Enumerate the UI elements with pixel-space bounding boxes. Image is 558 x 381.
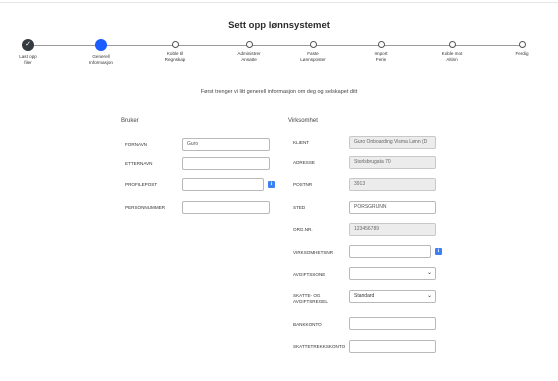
onboarding-stepper: ✓ Last opp filer Generell Informasjon Ko… (0, 38, 558, 68)
postnr-field: 3913 (349, 178, 436, 191)
step-label: Administrer Ansatte (237, 51, 261, 62)
orgnr-label: ORG.NR. (293, 227, 313, 232)
profilepost-input[interactable] (182, 178, 264, 191)
step-dot (448, 41, 456, 48)
step-label: Last opp filer (19, 54, 37, 65)
step-last-opp-filer[interactable]: ✓ Last opp filer (0, 38, 58, 66)
step-dot (518, 41, 526, 48)
company-section-title: Virksomhet (288, 118, 318, 124)
top-bar (0, 0, 558, 3)
skattetrekkskonto-input[interactable] (349, 340, 436, 353)
fornavn-label: FORNAVN (125, 142, 148, 147)
step-label: Import Ferie (374, 51, 388, 62)
step-label: Ferdig (515, 51, 529, 56)
virksomhetsnr-label: VIRKSOMHETSNR (293, 250, 334, 255)
adresse-field: Storlsbrugata 70 (349, 156, 436, 169)
sted-input[interactable]: PORSGRUNN (349, 201, 436, 214)
orgnr-field: 123456789 (349, 223, 436, 236)
avgiftssone-select[interactable]: ⌄ (349, 267, 436, 280)
step-koble-mot-altinn[interactable]: Koble mot Altinn (422, 38, 482, 63)
profilepost-label: PROFILEPOST (125, 182, 158, 187)
intro-text: Først trenger vi litt generell informasj… (200, 89, 358, 95)
step-dot (171, 41, 179, 48)
step-import-ferie[interactable]: Import Ferie (351, 38, 411, 63)
skattetrekkskonto-label: SKATTETREKKSKONTO (293, 344, 346, 349)
adresse-label: ADRESSE (293, 160, 315, 165)
personnummer-input[interactable] (182, 201, 270, 214)
step-dot (309, 41, 317, 48)
klient-label: KLIENT (293, 140, 310, 145)
user-section-title: Bruker (121, 118, 139, 124)
etternavn-label: ETTERNAVN (125, 161, 153, 166)
step-ferdig[interactable]: Ferdig (492, 38, 552, 57)
skatteregel-label: SKATTE- OG AVGIFTSREGEL (293, 293, 328, 304)
step-faste-lonnsposter[interactable]: Faste Lønnsposter (283, 38, 343, 63)
chevron-down-icon: ⌄ (426, 293, 432, 299)
active-step-dot (95, 39, 107, 51)
info-icon[interactable]: i (435, 248, 442, 255)
etternavn-input[interactable] (182, 157, 270, 170)
klient-field: Guro Onboarding Visma Lønn (D (349, 136, 436, 149)
step-generell-informasjon[interactable]: Generell Informasjon (71, 38, 131, 66)
step-label: Koble til Regnskap (164, 51, 186, 62)
step-label: Koble mot Altinn (441, 51, 463, 62)
sted-label: STED (293, 205, 306, 210)
check-icon: ✓ (22, 39, 34, 51)
page-title: Sett opp lønnsystemet (228, 20, 330, 31)
bankkonto-label: BANKKONTO (293, 322, 322, 327)
avgiftssone-label: AVGIFTSSONE (293, 272, 326, 277)
step-dot (245, 41, 253, 48)
postnr-label: POSTNR (293, 182, 313, 187)
step-dot (377, 41, 385, 48)
info-icon[interactable]: i (268, 181, 275, 188)
step-label: Generell Informasjon (88, 54, 113, 65)
step-administrer-ansatte[interactable]: Administrer Ansatte (219, 38, 279, 63)
chevron-down-icon: ⌄ (426, 270, 432, 276)
skatteregel-select[interactable]: Standard ⌄ (349, 290, 436, 303)
bankkonto-input[interactable] (349, 317, 436, 330)
skatteregel-value: Standard (354, 293, 375, 299)
personnummer-label: PERSONNUMMER (125, 205, 166, 210)
step-label: Faste Lønnsposter (300, 51, 326, 62)
virksomhetsnr-input[interactable] (349, 245, 431, 258)
fornavn-input[interactable]: Guro (182, 138, 270, 151)
step-koble-til-regnskap[interactable]: Koble til Regnskap (145, 38, 205, 63)
